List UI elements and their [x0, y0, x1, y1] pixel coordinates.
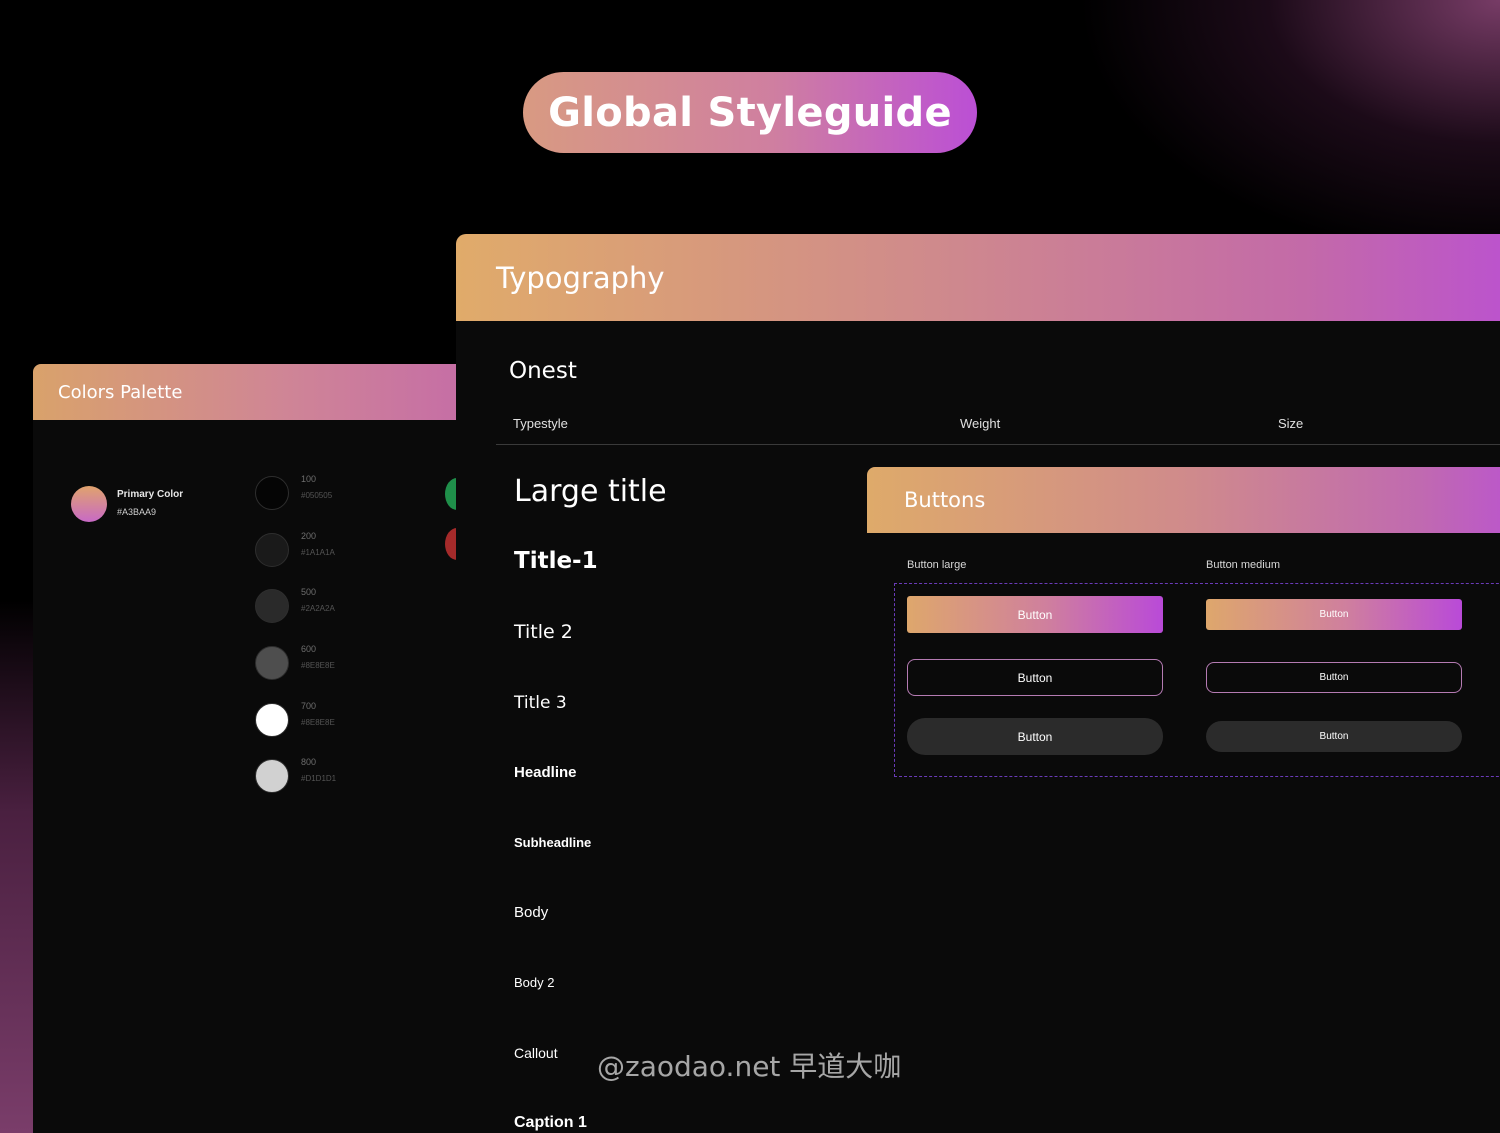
swatch-circle — [255, 759, 289, 793]
style-title-2: Title 2 — [514, 621, 573, 643]
swatch-circle — [255, 703, 289, 737]
style-title-3: Title 3 — [514, 693, 567, 713]
font-family-name: Onest — [509, 358, 577, 384]
column-header-weight: Weight — [960, 416, 1001, 431]
swatch-circle — [255, 646, 289, 680]
swatch-circle — [255, 533, 289, 567]
style-subheadline: Subheadline — [514, 835, 592, 850]
button-large-label: Button large — [907, 559, 967, 571]
button-medium-secondary[interactable]: Button — [1206, 721, 1462, 752]
swatch-number: 200 — [301, 531, 317, 541]
button-medium-outline[interactable]: Button — [1206, 662, 1462, 693]
styleguide-canvas: Global Styleguide Colors Palette Primary… — [0, 0, 1500, 1133]
button-medium-label: Button medium — [1206, 559, 1280, 571]
swatch-number: 100 — [301, 474, 317, 484]
column-header-typestyle: Typestyle — [513, 416, 568, 431]
style-headline: Headline — [514, 764, 577, 781]
style-body-2: Body 2 — [514, 975, 555, 990]
watermark: @zaodao.net 早道大咖 — [597, 1050, 902, 1083]
colors-palette-title: Colors Palette — [58, 381, 183, 403]
colors-palette-header: Colors Palette — [33, 364, 493, 420]
header-divider — [496, 444, 1500, 445]
swatch-hex: #2A2A2A — [301, 604, 335, 613]
swatch-hex: #8E8E8E — [301, 661, 335, 670]
primary-color-hex: #A3BAA9 — [117, 507, 157, 517]
swatch-number: 600 — [301, 644, 317, 654]
buttons-panel: Buttons Button large Button medium Butto… — [867, 467, 1500, 1133]
style-caption-1: Caption 1 — [514, 1114, 587, 1131]
typography-header: Typography — [456, 234, 1500, 321]
primary-color-swatch — [71, 486, 107, 522]
style-callout: Callout — [514, 1045, 558, 1061]
swatch-hex: #050505 — [301, 491, 333, 500]
hero-title: Global Styleguide — [548, 89, 952, 136]
style-large-title: Large title — [514, 474, 667, 509]
buttons-header: Buttons — [867, 467, 1500, 533]
swatch-hex: #D1D1D1 — [301, 774, 337, 783]
colors-palette-panel: Colors Palette Primary Color #A3BAA9 100… — [33, 364, 493, 1133]
swatch-number: 700 — [301, 701, 317, 711]
primary-color-label: Primary Color — [117, 489, 184, 500]
typography-title: Typography — [496, 260, 665, 295]
button-large-outline[interactable]: Button — [907, 659, 1163, 696]
buttons-title: Buttons — [904, 488, 986, 512]
hero-pill: Global Styleguide — [523, 72, 977, 153]
style-title-1: Title-1 — [514, 548, 598, 574]
swatch-circle — [255, 476, 289, 510]
swatch-hex: #8E8E8E — [301, 718, 335, 727]
swatch-number: 800 — [301, 757, 317, 767]
column-header-size: Size — [1278, 416, 1304, 431]
swatch-hex: #1A1A1A — [301, 548, 335, 557]
button-medium-primary[interactable]: Button — [1206, 599, 1462, 630]
style-body: Body — [514, 904, 549, 921]
button-large-primary[interactable]: Button — [907, 596, 1163, 633]
swatch-number: 500 — [301, 587, 317, 597]
button-large-secondary[interactable]: Button — [907, 718, 1163, 755]
swatch-circle — [255, 589, 289, 623]
